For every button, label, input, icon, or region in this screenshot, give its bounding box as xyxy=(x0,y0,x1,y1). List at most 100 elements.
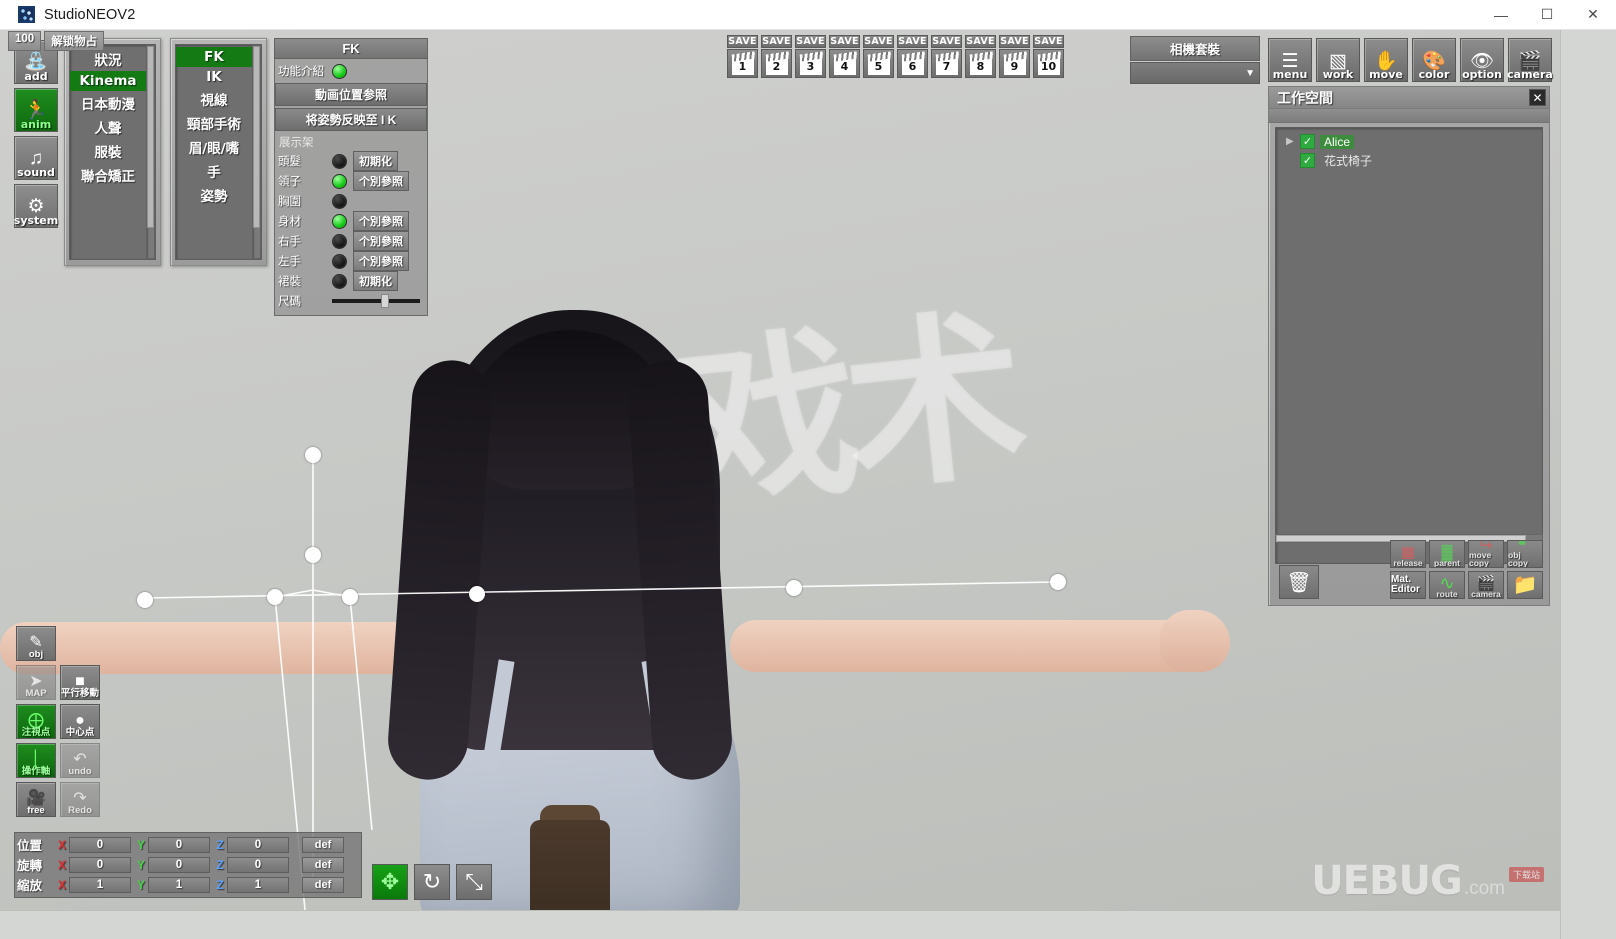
save-slot-7[interactable]: SAVE 7 xyxy=(931,35,962,78)
expand-arrow-icon[interactable]: ▶ xyxy=(1286,136,1300,147)
save-slot-5[interactable]: SAVE 5 xyxy=(863,35,894,78)
gaze-point-button[interactable]: ⨁ 注視点 xyxy=(16,704,56,739)
camera-preset-dropdown[interactable]: ▼ xyxy=(1130,62,1260,84)
fk-row-left-hand-button[interactable]: 个別參照 xyxy=(353,251,409,271)
menu2-item-5[interactable]: 手 xyxy=(176,159,252,183)
undo-button[interactable]: ↶ undo xyxy=(60,743,100,778)
redo-button[interactable]: ↷ Redo xyxy=(60,782,100,817)
rig-node-hand-right[interactable] xyxy=(1050,574,1066,590)
rotate-gizmo-button[interactable]: ↻ xyxy=(414,864,450,900)
fk-row-left-hand-led[interactable] xyxy=(332,254,347,269)
toolbar-camera-button[interactable]: 🎬 camera xyxy=(1508,38,1552,82)
rig-node-elbow-right[interactable] xyxy=(469,586,485,602)
menu2-item-3[interactable]: 頸部手術 xyxy=(176,111,252,135)
save-slot-8[interactable]: SAVE 8 xyxy=(965,35,996,78)
tree-item-alice[interactable]: ▶ ✓ Alice xyxy=(1286,132,1542,151)
rig-node-shoulder-right[interactable] xyxy=(342,589,358,605)
fk-row-right-hand-led[interactable] xyxy=(332,234,347,249)
rail-system-button[interactable]: ⚙ system xyxy=(14,184,58,228)
rotation-y-input[interactable]: 0 xyxy=(148,857,210,873)
map-button[interactable]: ➤ MAP xyxy=(16,665,56,700)
save-slot-10[interactable]: SAVE 10 xyxy=(1033,35,1064,78)
zoom-value-tag[interactable]: 100 xyxy=(8,31,41,51)
fk-size-slider[interactable] xyxy=(332,299,420,303)
fk-row-collar-led[interactable] xyxy=(332,174,347,189)
position-x-input[interactable]: 0 xyxy=(69,837,131,853)
move-copy-button[interactable]: ↪ move copy xyxy=(1468,540,1504,568)
tree-checkbox-chair[interactable]: ✓ xyxy=(1300,153,1315,168)
fk-row-body-button[interactable]: 个別參照 xyxy=(353,211,409,231)
fk-row-collar-button[interactable]: 个別參照 xyxy=(353,171,409,191)
folder-button[interactable]: 📁 xyxy=(1507,571,1543,599)
obj-copy-button[interactable]: ▘ obj copy xyxy=(1507,540,1543,568)
rotation-z-input[interactable]: 0 xyxy=(227,857,289,873)
toolbar-move-button[interactable]: ✋ move xyxy=(1364,38,1408,82)
scale-y-input[interactable]: 1 xyxy=(148,877,210,893)
fk-row-hair-button[interactable]: 初期化 xyxy=(353,151,398,171)
minimize-button[interactable]: — xyxy=(1478,0,1524,30)
lock-object-tag[interactable]: 解锁物占 xyxy=(44,31,104,51)
material-editor-button[interactable]: Mat. Editor xyxy=(1390,571,1426,599)
tree-item-chair[interactable]: ✓ 花式椅子 xyxy=(1286,151,1542,170)
fk-row-skirt-button[interactable]: 初期化 xyxy=(353,271,398,291)
delete-button[interactable]: 🗑 xyxy=(1279,565,1319,599)
obj-button[interactable]: ✎ obj xyxy=(16,626,56,661)
menu1-item-5[interactable]: 聯合矯正 xyxy=(70,163,146,187)
scale-gizmo-button[interactable]: ⤡ xyxy=(456,864,492,900)
position-default-button[interactable]: def xyxy=(302,837,344,853)
rig-node-neck[interactable] xyxy=(305,547,321,563)
menu2-item-4[interactable]: 眉/眼/嘴 xyxy=(176,135,252,159)
rig-node-hand-left[interactable] xyxy=(137,592,153,608)
toolbar-work-button[interactable]: ▧ work xyxy=(1316,38,1360,82)
save-slot-1[interactable]: SAVE 1 xyxy=(727,35,758,78)
fk-anim-ref-button[interactable]: 動画位置参照 xyxy=(275,83,427,106)
rail-sound-button[interactable]: ♫ sound xyxy=(14,136,58,180)
save-slot-3[interactable]: SAVE 3 xyxy=(795,35,826,78)
menu2-item-0[interactable]: FK xyxy=(176,47,252,67)
rail-anim-button[interactable]: 🏃 anim xyxy=(14,88,58,132)
rotation-x-input[interactable]: 0 xyxy=(69,857,131,873)
workspace-camera-button[interactable]: 🎬 camera xyxy=(1468,571,1504,599)
scale-default-button[interactable]: def xyxy=(302,877,344,893)
fk-row-skirt-led[interactable] xyxy=(332,274,347,289)
release-button[interactable]: ▦ release xyxy=(1390,540,1426,568)
save-slot-4[interactable]: SAVE 4 xyxy=(829,35,860,78)
save-slot-2[interactable]: SAVE 2 xyxy=(761,35,792,78)
close-button[interactable]: ✕ xyxy=(1570,0,1616,30)
tree-checkbox-alice[interactable]: ✓ xyxy=(1300,134,1315,149)
rig-node-shoulder-left[interactable] xyxy=(267,589,283,605)
menu1-item-2[interactable]: 日本動漫 xyxy=(70,91,146,115)
fk-intro-led[interactable] xyxy=(332,64,347,79)
save-slot-9[interactable]: SAVE 9 xyxy=(999,35,1030,78)
rig-node-head[interactable] xyxy=(305,447,321,463)
maximize-button[interactable]: ☐ xyxy=(1524,0,1570,30)
fk-size-slider-knob[interactable] xyxy=(381,294,389,308)
workspace-close-button[interactable]: ✕ xyxy=(1529,89,1546,106)
save-slot-6[interactable]: SAVE 6 xyxy=(897,35,928,78)
toolbar-color-button[interactable]: 🎨 color xyxy=(1412,38,1456,82)
workspace-tree[interactable]: ▶ ✓ Alice ✓ 花式椅子 xyxy=(1275,127,1543,564)
toolbar-menu-button[interactable]: ☰ menu xyxy=(1268,38,1312,82)
menu1-item-3[interactable]: 人聲 xyxy=(70,115,146,139)
fk-row-right-hand-button[interactable]: 个別參照 xyxy=(353,231,409,251)
parallel-move-button[interactable]: ■ 平行移動 xyxy=(60,665,100,700)
parent-button[interactable]: ▓ parent xyxy=(1429,540,1465,568)
free-camera-button[interactable]: 🎥 free xyxy=(16,782,56,817)
move-gizmo-button[interactable]: ✥ xyxy=(372,864,408,900)
fk-apply-ik-button[interactable]: 将姿勢反映至 I K xyxy=(275,108,427,131)
menu2-item-1[interactable]: IK xyxy=(176,67,252,87)
route-button[interactable]: ∿ route xyxy=(1429,571,1465,599)
menu2-scrollbar[interactable] xyxy=(252,45,261,259)
axis-button[interactable]: │ 操作軸 xyxy=(16,743,56,778)
menu2-item-2[interactable]: 視線 xyxy=(176,87,252,111)
scale-x-input[interactable]: 1 xyxy=(69,877,131,893)
fk-row-body-led[interactable] xyxy=(332,214,347,229)
scale-z-input[interactable]: 1 xyxy=(227,877,289,893)
menu1-scrollbar[interactable] xyxy=(146,45,155,259)
fk-row-chest-led[interactable] xyxy=(332,194,347,209)
position-y-input[interactable]: 0 xyxy=(148,837,210,853)
rotation-default-button[interactable]: def xyxy=(302,857,344,873)
rig-node-forearm-right[interactable] xyxy=(786,580,802,596)
menu2-item-6[interactable]: 姿勢 xyxy=(176,183,252,207)
menu1-item-4[interactable]: 服裝 xyxy=(70,139,146,163)
